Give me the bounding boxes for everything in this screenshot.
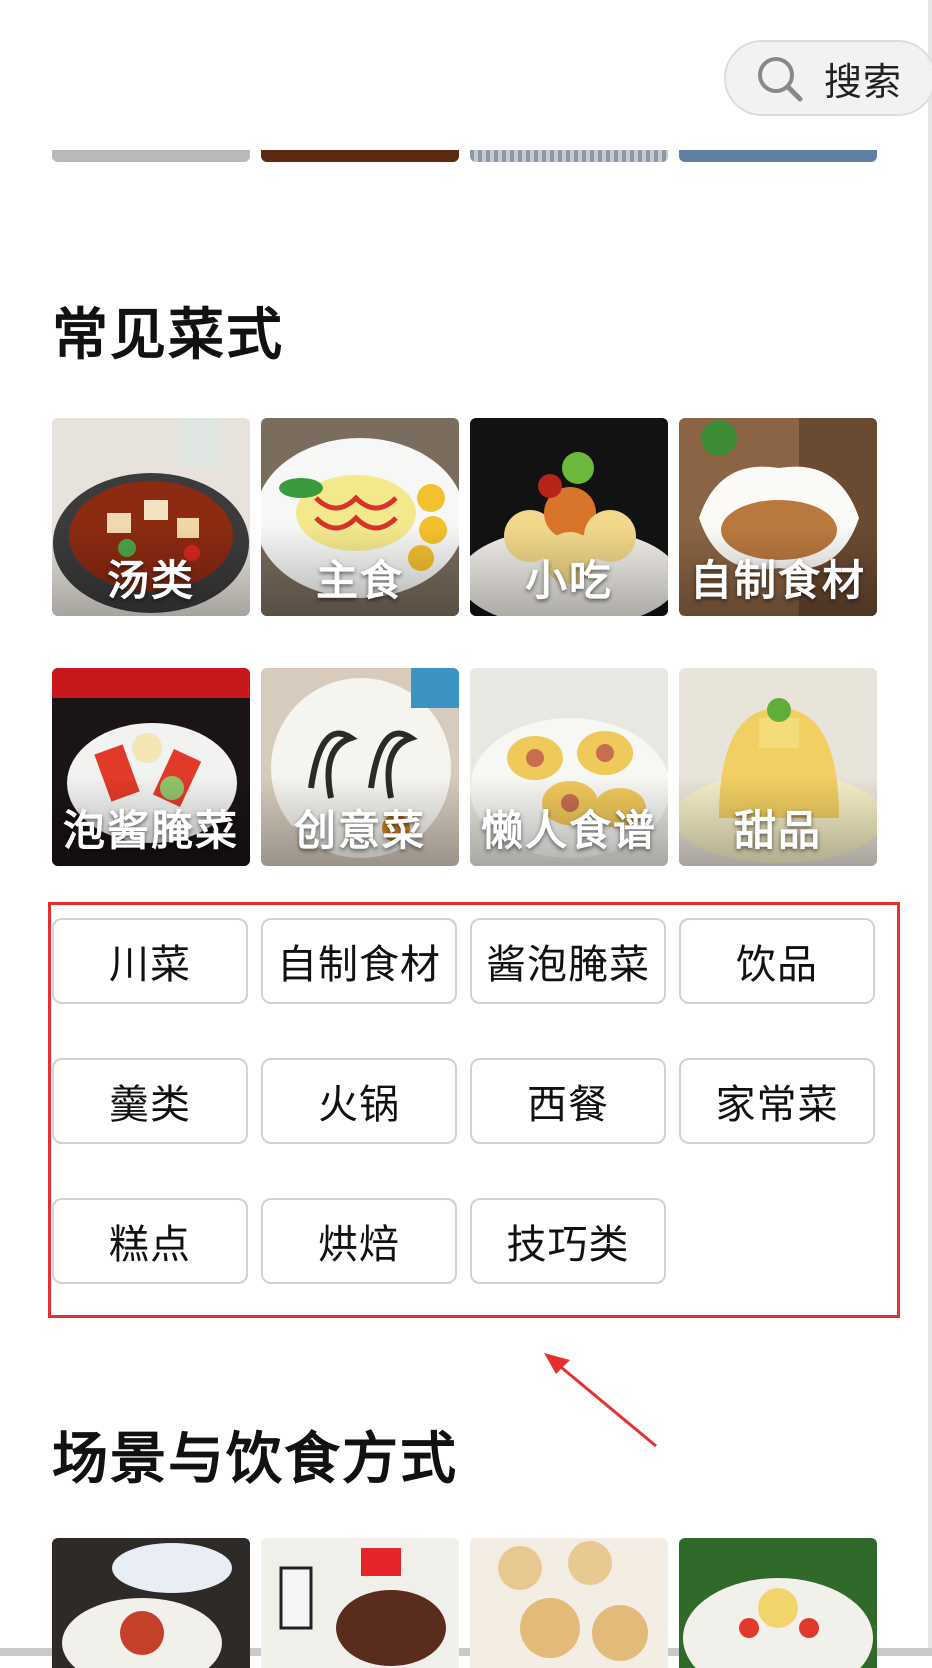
section-title: 常见菜式 [52, 303, 284, 368]
annotation-arrow-icon [544, 1353, 657, 1448]
search-icon [754, 53, 804, 103]
tag-button[interactable]: 火锅 [261, 1058, 457, 1144]
tag-button[interactable]: 糕点 [52, 1198, 248, 1284]
search-button[interactable]: 搜索 [724, 40, 932, 116]
previous-tile-edge[interactable] [52, 150, 250, 162]
tile-label: 创意菜 [293, 806, 426, 855]
tag-button[interactable]: 家常菜 [679, 1058, 875, 1144]
tile-label: 泡酱腌菜 [62, 806, 239, 855]
scene-tile[interactable] [470, 1538, 668, 1668]
category-tile-staple[interactable]: 主食 [261, 418, 459, 616]
category-tile-dessert[interactable]: 甜品 [679, 668, 877, 866]
tile-label: 汤类 [106, 556, 195, 605]
tile-label: 主食 [315, 556, 404, 605]
tag-button[interactable]: 技巧类 [470, 1198, 666, 1284]
category-tile-snack[interactable]: 小吃 [470, 418, 668, 616]
tag-button[interactable]: 烘焙 [261, 1198, 457, 1284]
tag-button[interactable]: 自制食材 [261, 918, 457, 1004]
category-tile-creative[interactable]: 创意菜 [261, 668, 459, 866]
tile-label: 懒人食谱 [480, 806, 657, 855]
scene-tile[interactable] [261, 1538, 459, 1668]
category-tile-soup[interactable]: 汤类 [52, 418, 250, 616]
category-tile-pickles[interactable]: 泡酱腌菜 [52, 668, 250, 866]
scrollbar-track [928, 0, 932, 1656]
tile-label: 小吃 [524, 556, 613, 605]
category-tile-homemade[interactable]: 自制食材 [679, 418, 877, 616]
tag-button[interactable]: 酱泡腌菜 [470, 918, 666, 1004]
category-tile-lazy[interactable]: 懒人食谱 [470, 668, 668, 866]
tag-button[interactable]: 饮品 [679, 918, 875, 1004]
search-label: 搜索 [824, 59, 903, 104]
previous-tile-edge[interactable] [679, 150, 877, 162]
scene-tile[interactable] [52, 1538, 250, 1668]
tag-button[interactable]: 川菜 [52, 918, 248, 1004]
tag-button[interactable]: 羹类 [52, 1058, 248, 1144]
previous-tile-edge[interactable] [261, 150, 459, 162]
previous-tile-edge[interactable] [470, 150, 668, 162]
section-title: 场景与饮食方式 [52, 1427, 458, 1492]
scene-tile[interactable] [679, 1538, 877, 1668]
tag-button[interactable]: 西餐 [470, 1058, 666, 1144]
tile-label: 甜品 [733, 806, 822, 855]
tile-label: 自制食材 [689, 556, 866, 605]
